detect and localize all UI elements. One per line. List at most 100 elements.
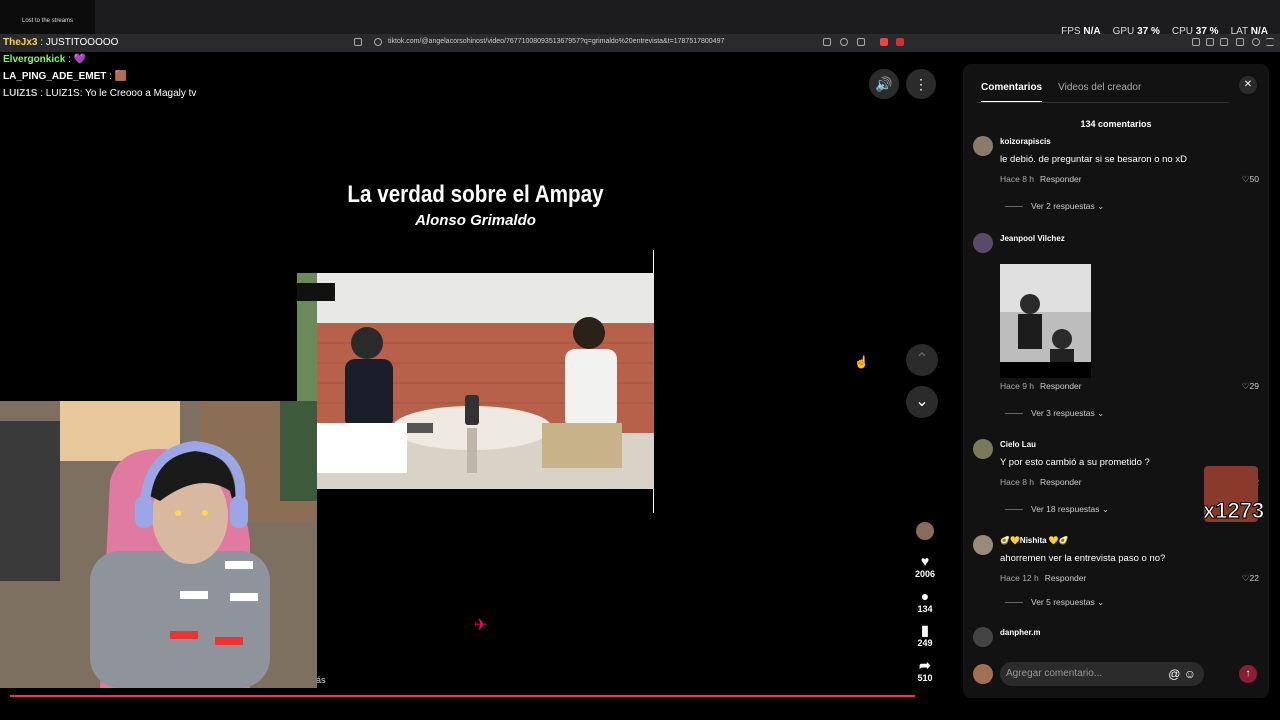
chevron-down-icon: ⌄ [1101, 504, 1110, 514]
comment-meta: Hace 8 h Responder [1000, 174, 1082, 184]
comment-input[interactable]: Agregar comentario... @ ☺ [1000, 662, 1204, 686]
video-progress-bar[interactable] [10, 695, 915, 697]
video-frame [297, 273, 654, 489]
chat-user: LUIZ1S [3, 88, 38, 99]
view-replies-button[interactable]: Ver 2 respuestas ⌄ [1005, 201, 1104, 212]
url-text[interactable]: tiktok.com/@angelacorsohinost/video/7677… [388, 38, 724, 45]
view-replies-button[interactable]: Ver 5 respuestas ⌄ [1005, 597, 1104, 608]
chevron-down-icon: ⌄ [1097, 201, 1105, 211]
like-count: 2006 [914, 569, 936, 579]
chevron-down-icon: ⌄ [915, 393, 929, 410]
streamer-webcam-image [0, 401, 317, 688]
description-more-text[interactable]: ás [316, 675, 326, 685]
mention-icon[interactable]: @ [1168, 667, 1180, 681]
video-title: La verdad sobre el Ampay [347, 181, 604, 208]
avatar[interactable] [973, 439, 993, 459]
tab-creator-videos[interactable]: Videos del creador [1058, 82, 1141, 103]
rocket-icon: ✈ [474, 617, 488, 634]
comment-count: 134 [917, 604, 933, 614]
chat-user: TheJx3 [3, 37, 38, 48]
avatar[interactable] [973, 535, 993, 555]
comment-image[interactable] [1000, 264, 1091, 378]
panel-tabs: Comentarios Videos del creador [981, 82, 1141, 103]
comment-count-label: 134 comentarios [1080, 119, 1152, 129]
music-icon[interactable] [1192, 38, 1200, 46]
chat-message: TheJx3 : JUSTITOOOOO [3, 37, 119, 48]
reply-button[interactable]: Responder [1040, 381, 1082, 391]
previous-video-button[interactable]: ⌃ [906, 344, 938, 376]
my-avatar [973, 664, 993, 684]
avatar[interactable] [973, 136, 993, 156]
bookmark-icon: ▮ [921, 622, 929, 638]
volume-icon: 🔊 [875, 76, 893, 92]
stream-tab-label[interactable]: Lost to the streams [22, 18, 73, 24]
menu-icon[interactable] [1266, 38, 1274, 46]
heart-outline-icon: ♡ [1241, 381, 1250, 391]
comment-meta: Hace 12 h Responder [1000, 573, 1087, 583]
comment-username[interactable]: Cielo Lau [1000, 440, 1036, 449]
chat-message: LUIZ1S : LUIZ1S: Yo le Creooo a Magaly t… [3, 88, 197, 99]
site-info-icon[interactable] [374, 38, 382, 46]
chevron-down-icon: ⌄ [1097, 408, 1105, 418]
rewards-icon[interactable] [896, 38, 904, 46]
heart-outline-icon: ♡ [1241, 573, 1250, 583]
comment-like-button[interactable]: ♡50 [1242, 174, 1259, 185]
like-button[interactable]: ♥ 2006 [910, 553, 940, 579]
comment-meta: Hace 9 h Responder [1000, 381, 1082, 391]
stream-chat: TheJx3 : JUSTITOOOOO Elvergonkick : 💜 LA… [3, 34, 196, 102]
comment-text: le debió. de preguntar si se besaron o n… [1000, 154, 1187, 165]
save-button[interactable]: ▮ 249 [910, 622, 940, 648]
chat-text: 🟫 [114, 71, 128, 82]
comment-text: Y por esto cambió a su prometido ? [1000, 457, 1150, 468]
extensions-icon[interactable] [1220, 38, 1228, 46]
comment-username[interactable]: Jeanpool Vilchez [1000, 234, 1065, 243]
avatar[interactable] [973, 233, 993, 253]
comment-username[interactable]: danpher.m [1000, 628, 1040, 637]
tab-comments[interactable]: Comentarios [981, 82, 1043, 103]
comment-button[interactable]: ● 134 [910, 588, 940, 614]
chat-message: LA_PING_ADE_EMET : 🟫 [3, 71, 128, 82]
vpn-icon[interactable] [1252, 38, 1260, 46]
mouse-cursor-icon: ☝ [854, 355, 869, 369]
more-options-button[interactable]: ⋮ [906, 69, 936, 99]
send-comment-button[interactable]: ↑ [1239, 665, 1257, 683]
heart-icon: ♥ [920, 553, 930, 569]
volume-button[interactable]: 🔊 [869, 69, 899, 99]
reply-button[interactable]: Responder [1040, 477, 1082, 487]
comment-username[interactable]: 🥑💛Nishita 💛🥑 [1000, 536, 1069, 545]
close-panel-button[interactable]: ✕ [1239, 76, 1257, 94]
cast-icon[interactable] [857, 38, 865, 46]
view-replies-button[interactable]: Ver 18 respuestas ⌄ [1005, 504, 1109, 515]
reply-button[interactable]: Responder [1040, 174, 1082, 184]
window-top-bar: Lost to the streams FPS N/A GPU 37 % CPU… [0, 0, 1280, 37]
chat-user: Elvergonkick [3, 54, 66, 65]
comments-panel: Comentarios Videos del creador ✕ 134 com… [963, 64, 1269, 698]
brave-shield-icon[interactable] [880, 38, 888, 46]
comment-meta: Hace 8 h Responder [1000, 477, 1082, 487]
comment-like-button[interactable]: ♡22 [1242, 573, 1259, 584]
sidebar-icon[interactable] [1206, 38, 1214, 46]
bookmark-icon[interactable] [354, 38, 362, 46]
comment-like-button[interactable]: ♡29 [1242, 381, 1259, 392]
input-actions: @ ☺ [1168, 667, 1196, 681]
interview-scene-image [297, 273, 654, 489]
save-count: 249 [917, 638, 933, 648]
chat-text: 💜 [73, 54, 87, 65]
chevron-up-icon: ⌃ [915, 351, 929, 368]
video-subtitle: Alonso Grimaldo [415, 212, 536, 229]
comment-username[interactable]: koizorapiscis [1000, 137, 1051, 146]
translate-icon[interactable] [823, 38, 831, 46]
zoom-icon[interactable] [840, 38, 848, 46]
comment-icon: ● [920, 588, 930, 604]
wallet-icon[interactable] [1236, 38, 1244, 46]
reply-button[interactable]: Responder [1045, 573, 1087, 583]
avatar[interactable] [973, 627, 993, 647]
view-replies-button[interactable]: Ver 3 respuestas ⌄ [1005, 408, 1104, 419]
emote-counter: x1273 [1202, 498, 1265, 524]
creator-avatar-button[interactable] [910, 522, 940, 542]
emoji-icon[interactable]: ☺ [1184, 667, 1196, 681]
arrow-up-icon: ↑ [1245, 668, 1251, 679]
next-video-button[interactable]: ⌄ [906, 386, 938, 418]
share-icon: ➦ [919, 657, 931, 673]
share-button[interactable]: ➦ 510 [910, 657, 940, 683]
